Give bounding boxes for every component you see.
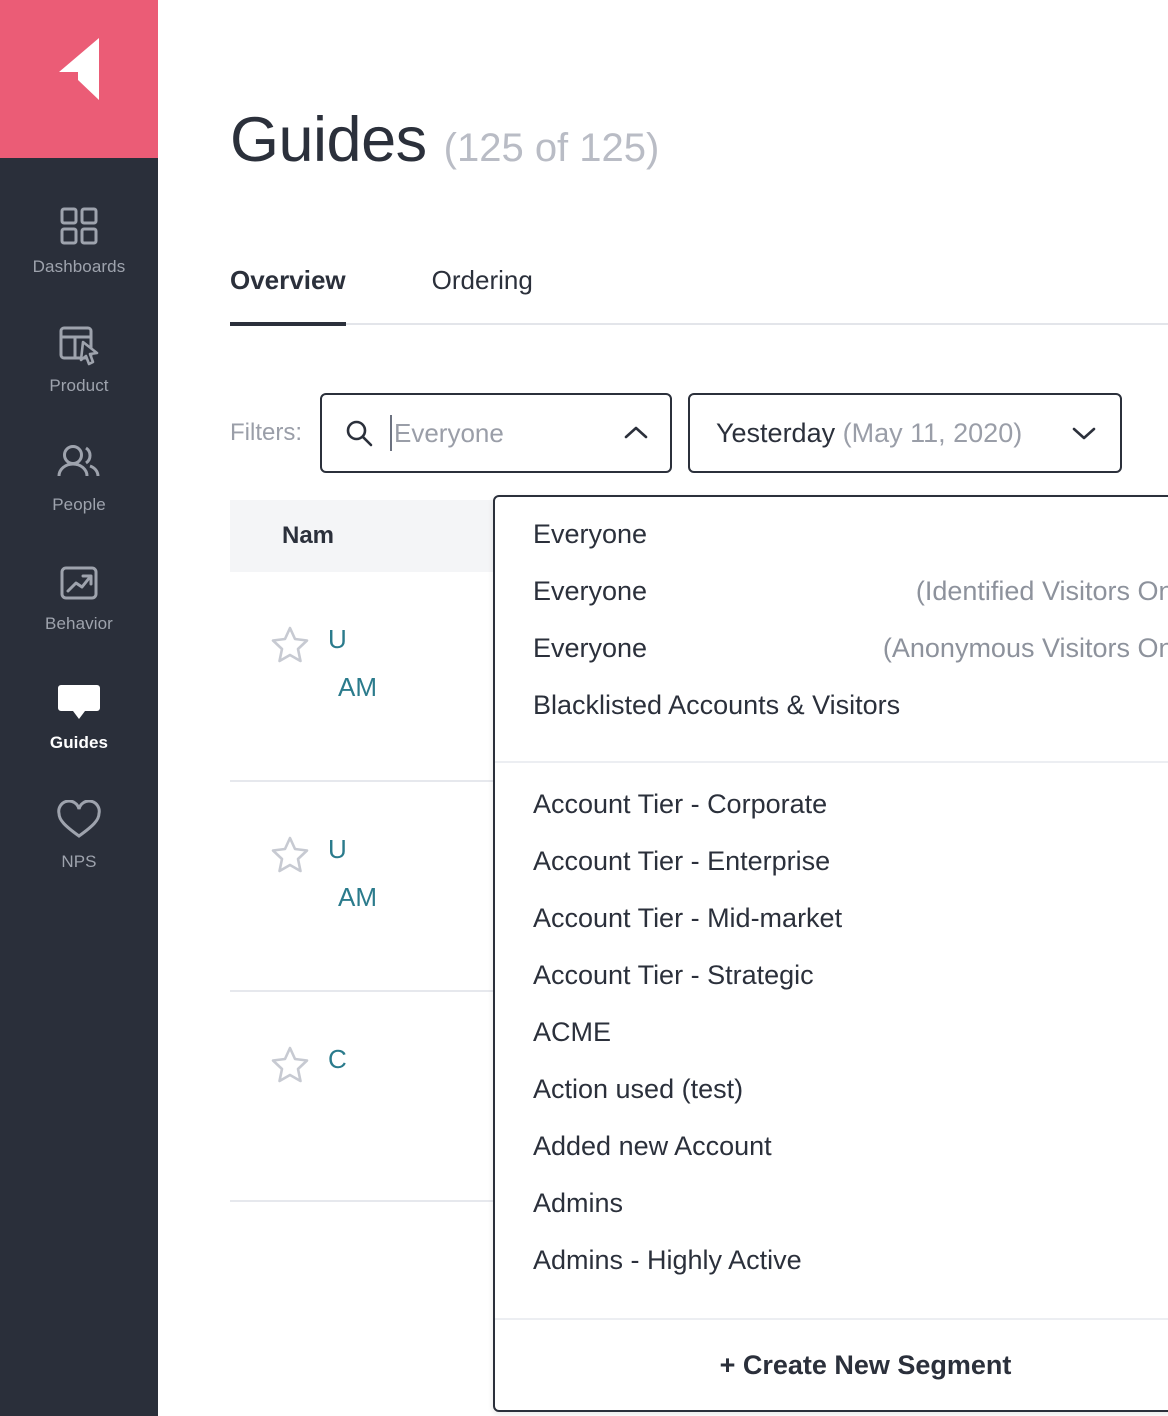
chart-trend-icon	[57, 561, 101, 605]
tab-bar: Overview Ordering	[230, 265, 1168, 326]
search-icon	[344, 418, 374, 448]
guide-timestamp: AM	[338, 882, 377, 912]
sidebar-item-guides[interactable]: Guides	[0, 680, 158, 753]
segment-option-label: Account Tier - Mid-market	[533, 903, 843, 933]
sidebar: Dashboards Product People Behavior Guide…	[0, 0, 158, 1416]
grid-icon	[57, 204, 101, 248]
segment-option-everyone-identified[interactable]: Everyone (Identified Visitors Only)	[495, 576, 1168, 633]
segment-option-account-tier-mid-market[interactable]: Account Tier - Mid-market	[495, 903, 1168, 960]
guide-name-link[interactable]: U	[328, 624, 347, 655]
segment-option-label: Account Tier - Corporate	[533, 789, 828, 819]
guides-count: (125 of 125)	[443, 126, 660, 170]
segment-option-action-used-test[interactable]: Action used (test)	[495, 1074, 1168, 1131]
segment-search-input[interactable]: Everyone	[320, 393, 672, 473]
segment-option-label: Action used (test)	[533, 1074, 744, 1104]
filters-label: Filters:	[230, 419, 302, 446]
page-title: Guides (125 of 125)	[230, 104, 659, 176]
filters-row: Filters: Everyone Yesterday (May 11, 202…	[230, 393, 1122, 473]
sidebar-item-people[interactable]: People	[0, 442, 158, 515]
text-cursor	[390, 415, 392, 451]
segment-option-account-tier-strategic[interactable]: Account Tier - Strategic	[495, 960, 1168, 1017]
date-range-picker[interactable]: Yesterday (May 11, 2020)	[688, 393, 1122, 473]
chevron-up-icon[interactable]	[622, 423, 650, 443]
segment-option-label: Everyone	[533, 633, 648, 663]
segment-dropdown-segments-group: Account Tier - Corporate Account Tier - …	[495, 761, 1168, 1318]
sidebar-item-label: NPS	[61, 852, 97, 871]
sidebar-item-label: Behavior	[45, 614, 113, 633]
segment-option-label: Account Tier - Strategic	[533, 960, 814, 990]
sidebar-item-product[interactable]: Product	[0, 323, 158, 396]
segment-option-everyone[interactable]: Everyone	[495, 519, 1168, 576]
app-root: Dashboards Product People Behavior Guide…	[0, 0, 1168, 1416]
guide-name-link[interactable]: U	[328, 834, 347, 865]
segment-option-label: Everyone	[533, 576, 648, 606]
chevron-down-icon[interactable]	[1070, 423, 1098, 443]
column-header-name[interactable]: Nam	[230, 522, 334, 550]
segment-option-label: Blacklisted Accounts & Visitors	[533, 690, 901, 720]
segment-option-label: Everyone	[533, 519, 648, 549]
sidebar-item-label: People	[52, 495, 106, 514]
segment-option-admins-highly-active[interactable]: Admins - Highly Active	[495, 1245, 1168, 1302]
sidebar-nav: Dashboards Product People Behavior Guide…	[0, 158, 158, 872]
segment-option-blacklisted[interactable]: Blacklisted Accounts & Visitors	[495, 690, 1168, 747]
segment-option-admins[interactable]: Admins	[495, 1188, 1168, 1245]
segment-option-label: Account Tier - Enterprise	[533, 846, 831, 876]
create-new-segment-button[interactable]: + Create New Segment	[495, 1318, 1168, 1410]
pendo-arrow-logo-icon	[59, 38, 99, 100]
segment-option-account-tier-corporate[interactable]: Account Tier - Corporate	[495, 789, 1168, 846]
segment-option-added-new-account[interactable]: Added new Account	[495, 1131, 1168, 1188]
segment-option-label: Admins	[533, 1188, 624, 1218]
segment-option-label: Admins - Highly Active	[533, 1245, 802, 1275]
tab-overview[interactable]: Overview	[230, 265, 346, 326]
segment-search-placeholder: Everyone	[394, 417, 504, 448]
people-icon	[54, 442, 104, 486]
speech-bubble-icon	[54, 680, 104, 724]
segment-option-account-tier-enterprise[interactable]: Account Tier - Enterprise	[495, 846, 1168, 903]
sidebar-item-label: Product	[49, 376, 109, 395]
segment-dropdown-primary-group: Everyone Everyone (Identified Visitors O…	[495, 497, 1168, 761]
segment-option-qualifier: (Anonymous Visitors Only)	[882, 633, 1168, 663]
sidebar-item-nps[interactable]: NPS	[0, 799, 158, 872]
tab-ordering[interactable]: Ordering	[432, 265, 533, 323]
star-outline-icon[interactable]	[270, 1044, 310, 1089]
page-title-text: Guides	[230, 105, 427, 175]
main-content: Guides (125 of 125) Overview Ordering Fi…	[158, 0, 1168, 1416]
sidebar-item-dashboards[interactable]: Dashboards	[0, 204, 158, 277]
sidebar-item-label: Dashboards	[32, 257, 126, 276]
guide-timestamp: AM	[338, 672, 377, 702]
star-outline-icon[interactable]	[270, 624, 310, 669]
date-range-primary: Yesterday	[716, 417, 836, 448]
segment-option-label: Added new Account	[533, 1131, 772, 1161]
heart-icon	[55, 799, 103, 843]
date-range-secondary: (May 11, 2020)	[842, 417, 1023, 448]
guide-name-link[interactable]: C	[328, 1044, 347, 1075]
product-cursor-icon	[56, 323, 102, 367]
segment-dropdown: Everyone Everyone (Identified Visitors O…	[493, 495, 1168, 1412]
app-logo[interactable]	[0, 0, 158, 158]
sidebar-item-behavior[interactable]: Behavior	[0, 561, 158, 634]
sidebar-item-label: Guides	[49, 733, 109, 752]
segment-option-qualifier: (Identified Visitors Only)	[915, 576, 1168, 606]
date-range-label: Yesterday (May 11, 2020)	[716, 418, 1022, 449]
segment-option-label: ACME	[533, 1017, 612, 1047]
star-outline-icon[interactable]	[270, 834, 310, 879]
segment-option-everyone-anonymous[interactable]: Everyone (Anonymous Visitors Only)	[495, 633, 1168, 690]
segment-option-acme[interactable]: ACME	[495, 1017, 1168, 1074]
